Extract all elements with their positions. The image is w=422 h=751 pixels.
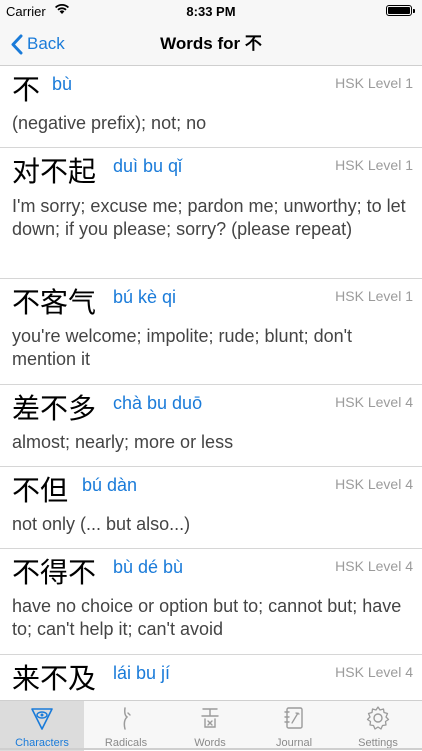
- hsk-level-label: HSK Level 4: [335, 664, 413, 680]
- word-definition: almost; nearly; more or less: [12, 432, 234, 452]
- word-definition: I'm sorry; excuse me; pardon me; unworth…: [12, 196, 406, 239]
- word-pinyin: bú kè qi: [113, 287, 177, 307]
- status-bar: Carrier 8:33 PM: [0, 0, 422, 22]
- word-hanzi: 不但: [12, 474, 69, 507]
- page-title: Words for 不: [160, 34, 262, 53]
- hsk-level-label: HSK Level 1: [335, 157, 413, 173]
- word-definition: you're welcome; impolite; rude; blunt; d…: [12, 326, 353, 369]
- hsk-level-label: HSK Level 4: [335, 476, 413, 492]
- word-row[interactable]: 对不起 duì bu qǐ HSK Level 1 I'm sorry; exc…: [0, 148, 422, 279]
- word-definition: have no choice or option but to; cannot …: [12, 596, 402, 639]
- tab-words[interactable]: Words: [168, 701, 252, 751]
- settings-icon: [366, 706, 390, 730]
- hsk-level-label: HSK Level 1: [335, 75, 413, 91]
- word-pinyin: duì bu qǐ: [113, 156, 183, 176]
- hsk-level-label: HSK Level 4: [335, 558, 413, 574]
- navigation-bar: Back Words for 不: [0, 22, 422, 66]
- word-hanzi: 不客气: [12, 286, 97, 319]
- word-definition: not only (... but also...): [12, 514, 191, 534]
- word-row[interactable]: 不得不 bù dé bù HSK Level 4 have no choice …: [0, 549, 422, 655]
- tab-characters[interactable]: Characters: [0, 701, 84, 751]
- battery-icon: [386, 5, 415, 16]
- tab-bar: Characters Radicals Words Journal Settin…: [0, 700, 422, 751]
- word-hanzi: 差不多: [12, 392, 97, 425]
- radicals-icon: [123, 707, 131, 730]
- word-pinyin: lái bu jí: [113, 663, 171, 683]
- word-pinyin: bù: [52, 74, 73, 94]
- word-row[interactable]: 差不多 chà bu duō HSK Level 4 almost; nearl…: [0, 385, 422, 467]
- word-hanzi: 不得不: [12, 556, 97, 589]
- word-pinyin: bú dàn: [82, 475, 138, 495]
- words-icon: [201, 708, 219, 728]
- word-hanzi: 不: [12, 73, 41, 106]
- word-row[interactable]: 不 bù HSK Level 1 (negative prefix); not;…: [0, 66, 422, 148]
- word-pinyin: chà bu duō: [113, 393, 203, 413]
- word-list: 不 bù HSK Level 1 (negative prefix); not;…: [0, 66, 422, 700]
- characters-icon: [31, 708, 53, 730]
- word-pinyin: bù dé bù: [113, 557, 184, 577]
- word-hanzi: 来不及: [12, 662, 97, 695]
- journal-icon: [284, 707, 303, 729]
- tab-radicals[interactable]: Radicals: [84, 701, 168, 751]
- word-row[interactable]: 来不及 lái bu jí HSK Level 4: [0, 655, 422, 700]
- clock: 8:33 PM: [186, 4, 236, 19]
- hsk-level-label: HSK Level 4: [335, 394, 413, 410]
- word-row[interactable]: 不客气 bú kè qi HSK Level 1 you're welcome;…: [0, 279, 422, 385]
- word-hanzi: 对不起: [12, 155, 97, 188]
- word-row[interactable]: 不但 bú dàn HSK Level 4 not only (... but …: [0, 467, 422, 549]
- hsk-level-label: HSK Level 1: [335, 288, 413, 304]
- word-definition: (negative prefix); not; no: [12, 113, 207, 133]
- tab-settings[interactable]: Settings: [336, 701, 420, 751]
- tab-journal[interactable]: Journal: [252, 701, 336, 751]
